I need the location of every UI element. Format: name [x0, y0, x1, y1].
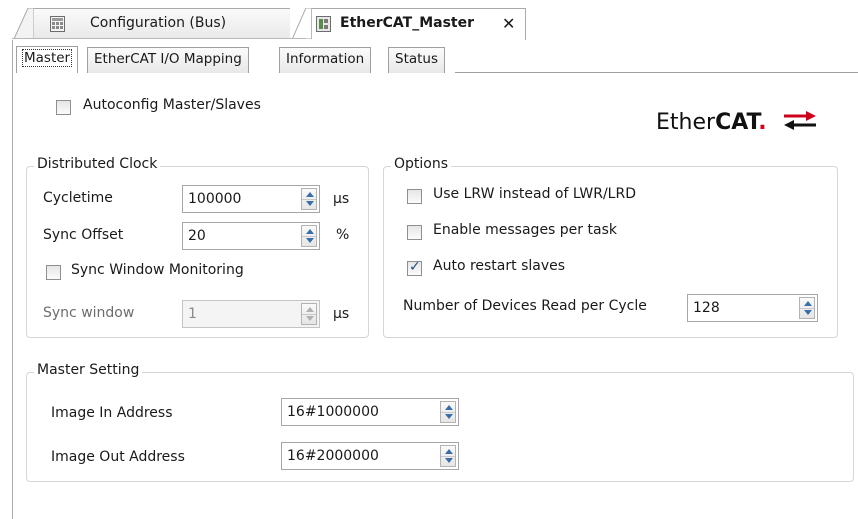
sync-window-unit: µs [333, 306, 350, 322]
image-out-value: 16#2000000 [287, 448, 379, 464]
options-title: Options [391, 156, 452, 172]
autoconfig-checkbox[interactable] [56, 100, 71, 115]
tab-ethercat-io-mapping[interactable]: EtherCAT I/O Mapping [87, 47, 249, 73]
use-lrw-label: Use LRW instead of LWR/LRD [433, 186, 636, 202]
subtabs-baseline [455, 72, 858, 73]
doc-tab-ethercat-master[interactable]: EtherCAT_Master ✕ [292, 8, 526, 40]
cycletime-stepper[interactable]: 100000 [182, 185, 320, 213]
sync-offset-label: Sync Offset [43, 227, 124, 243]
cycletime-value: 100000 [188, 191, 242, 207]
tab-slant-shape [14, 8, 34, 39]
sync-window-monitoring-label: Sync Window Monitoring [71, 262, 244, 278]
image-in-stepper[interactable]: 16#1000000 [281, 398, 459, 426]
tab-master[interactable]: Master [16, 46, 79, 73]
doc-tab-label: EtherCAT_Master [340, 15, 474, 31]
image-in-value: 16#1000000 [287, 404, 379, 420]
sync-offset-unit: % [336, 227, 350, 243]
auto-restart-checkbox[interactable]: ✓ [407, 259, 422, 276]
image-out-spin-buttons[interactable] [440, 445, 456, 467]
autoconfig-label: Autoconfig Master/Slaves [83, 97, 261, 113]
tab-label: Master [21, 49, 73, 67]
cycletime-unit: µs [333, 191, 350, 207]
tab-slant-shape [292, 8, 312, 39]
sync-offset-stepper[interactable]: 20 [182, 222, 320, 250]
cycletime-label: Cycletime [43, 190, 113, 206]
tab-information[interactable]: Information [279, 47, 372, 73]
image-out-label: Image Out Address [51, 449, 185, 465]
image-out-stepper[interactable]: 16#2000000 [281, 442, 459, 470]
doc-tab-label: Configuration (Bus) [90, 15, 227, 31]
enable-messages-checkbox[interactable] [407, 225, 422, 240]
close-icon[interactable]: ✕ [502, 14, 515, 33]
logo-arrows-icon [784, 111, 816, 130]
devices-read-stepper[interactable]: 128 [687, 294, 818, 322]
sync-offset-value: 20 [188, 228, 206, 244]
sync-window-spin-buttons[interactable] [301, 303, 317, 325]
logo-text: EtherCAT. [656, 110, 767, 135]
sync-window-monitoring-checkbox[interactable] [46, 265, 61, 280]
master-setting-title: Master Setting [34, 362, 143, 378]
sync-window-value: 1 [188, 306, 197, 322]
tabstrip-baseline [12, 38, 306, 39]
image-in-spin-buttons[interactable] [440, 401, 456, 423]
tab-label: EtherCAT I/O Mapping [94, 51, 242, 67]
devices-read-label: Number of Devices Read per Cycle [403, 298, 647, 314]
auto-restart-label: Auto restart slaves [433, 258, 566, 274]
cycletime-spin-buttons[interactable] [301, 188, 317, 210]
checkmark-icon: ✓ [409, 259, 421, 275]
devices-read-value: 128 [693, 300, 720, 316]
sync-offset-spin-buttons[interactable] [301, 225, 317, 247]
tab-status[interactable]: Status [388, 47, 446, 73]
doc-tab-configuration-bus[interactable]: Configuration (Bus) [14, 8, 290, 39]
tab-label: Status [395, 51, 439, 67]
use-lrw-checkbox[interactable] [407, 189, 422, 204]
devices-read-spin-buttons[interactable] [799, 297, 815, 319]
image-in-label: Image In Address [51, 405, 173, 421]
config-grid-icon [50, 16, 65, 32]
editor-left-border [12, 40, 13, 519]
device-icon [316, 16, 331, 32]
distributed-clock-title: Distributed Clock [34, 156, 161, 172]
ethercat-logo: EtherCAT. [656, 108, 816, 138]
sync-window-stepper[interactable]: 1 [182, 300, 320, 328]
sync-window-label: Sync window [43, 305, 135, 321]
tab-label: Information [286, 51, 365, 67]
enable-messages-label: Enable messages per task [433, 222, 617, 238]
